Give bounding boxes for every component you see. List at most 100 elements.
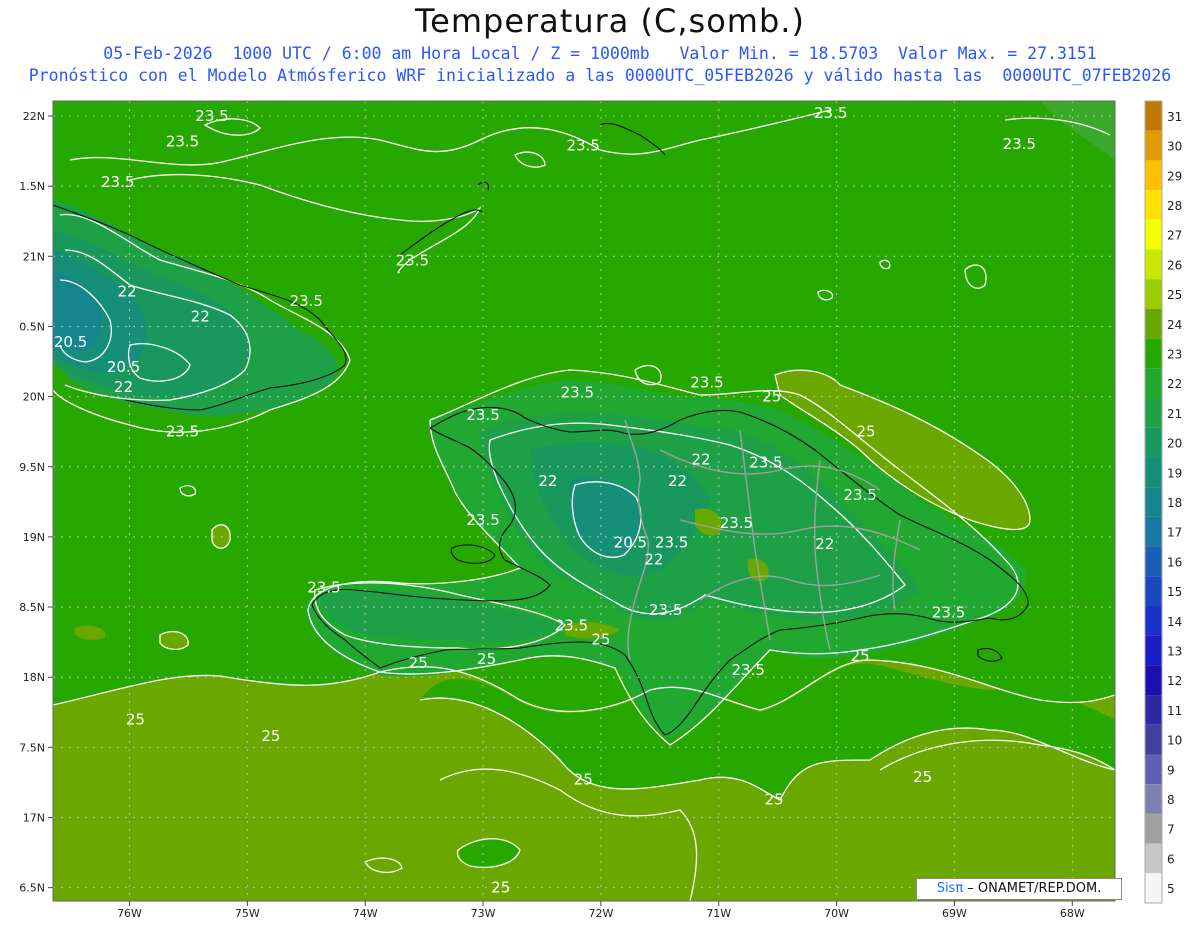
colorbar-label: 24 — [1167, 318, 1182, 332]
contour-label: 25 — [762, 388, 781, 406]
colorbar-swatch — [1145, 576, 1162, 606]
lat-tick-label: 22N — [23, 110, 45, 123]
colorbar-label: 26 — [1167, 258, 1182, 272]
colorbar-label: 10 — [1167, 734, 1182, 748]
colorbar-label: 30 — [1167, 140, 1182, 154]
lat-tick-label: 8.5N — [19, 601, 45, 614]
lat-tick-label: 19N — [23, 531, 45, 544]
navassa-west-point — [53, 208, 54, 210]
lon-tick-label: 72W — [588, 907, 613, 920]
colorbar-label: 20 — [1167, 437, 1182, 451]
contour-label: 25 — [491, 879, 510, 897]
colorbar-swatch — [1145, 219, 1162, 250]
colorbar-swatch — [1145, 160, 1162, 191]
contour-label: 23.5 — [307, 578, 340, 596]
contour-label: 22 — [114, 378, 133, 396]
contour-label: 22 — [668, 472, 687, 490]
contour-label: 23.5 — [555, 616, 588, 634]
colorbar-swatch — [1145, 724, 1162, 755]
colorbar-swatch — [1145, 605, 1162, 636]
colorbar-label: 29 — [1167, 169, 1182, 183]
contour-label: 23.5 — [396, 252, 429, 270]
lat-tick-label: 7.5N — [19, 741, 45, 754]
contour-label: 23.5 — [649, 601, 682, 619]
contour-label: 23.5 — [466, 406, 499, 424]
colorbar-label: 21 — [1167, 407, 1182, 421]
colorbar-swatch — [1145, 427, 1162, 458]
colorbar-swatch — [1145, 130, 1162, 161]
lat-tick-label: 21N — [23, 250, 45, 263]
lon-tick-label: 70W — [824, 907, 849, 920]
lat-tick-label: 17N — [23, 812, 45, 825]
colorbar-label: 23 — [1167, 347, 1182, 361]
credit-box: Sisπ – ONAMET/REP.DOM. — [916, 878, 1122, 900]
colorbar-swatch — [1145, 813, 1162, 844]
colorbar-swatch — [1145, 279, 1162, 309]
contour-label: 23.5 — [561, 383, 594, 401]
contour-label: 20.5 — [107, 358, 140, 376]
colorbar-swatch — [1145, 546, 1162, 577]
contour-label: 23.5 — [166, 423, 199, 441]
sispi-logo: Sisπ — [936, 881, 964, 896]
contour-label: 25 — [857, 423, 876, 441]
contour-label: 25 — [126, 710, 145, 728]
color-scale-bar: 31 30 29 28 27 26 25 24 23 22 21 20 19 18 17 16 15 14 13 12… — [1144, 100, 1182, 904]
colorbar-swatch — [1145, 457, 1162, 488]
colorbar-label: 8 — [1167, 793, 1175, 807]
contour-label: 25 — [261, 727, 280, 745]
colorbar-swatch — [1145, 873, 1162, 903]
colorbar-swatch — [1145, 249, 1162, 280]
contour-label: 25 — [851, 647, 870, 665]
lon-tick-label: 73W — [471, 907, 496, 920]
colorbar-label: 19 — [1167, 466, 1182, 480]
colorbar-label: 15 — [1167, 585, 1182, 599]
contour-label: 25 — [477, 650, 496, 668]
contour-label: 23.5 — [732, 661, 765, 679]
colorbar-label: 14 — [1167, 615, 1182, 629]
colorbar-swatch — [1145, 516, 1162, 547]
colorbar-swatch — [1145, 101, 1162, 131]
contour-label: 25 — [765, 790, 784, 808]
colorbar-label: 17 — [1167, 526, 1182, 540]
colorbar-label: 18 — [1167, 496, 1182, 510]
lon-tick-label: 69W — [942, 907, 967, 920]
lon-tick-label: 68W — [1060, 907, 1085, 920]
contour-label: 23.5 — [101, 173, 134, 191]
longitude-axis: 76W 75W 74W 73W 72W 71W 70W 69W 68W — [117, 901, 1085, 920]
forecast-map: 23.523.5 23.523.523.523.523.52223.52220.5… — [19, 100, 1182, 920]
contour-label: 22 — [191, 308, 210, 326]
colorbar-label: 12 — [1167, 674, 1182, 688]
colorbar-swatch — [1145, 487, 1162, 517]
colorbar-label: 22 — [1167, 377, 1182, 391]
contour-label: 23.5 — [166, 132, 199, 150]
lon-tick-label: 76W — [117, 907, 142, 920]
contour-label: 23.5 — [932, 604, 965, 622]
contour-label: 22 — [644, 550, 663, 568]
jamaica-east-tip — [53, 651, 54, 652]
contour-label: 20.5 — [54, 333, 87, 351]
credit-text: – ONAMET/REP.DOM. — [963, 881, 1102, 896]
colorbar-swatch — [1145, 695, 1162, 725]
contour-label: 22 — [692, 451, 711, 469]
colorbar-label: 25 — [1167, 288, 1182, 302]
lat-tick-label: 6.5N — [19, 882, 45, 895]
colorbar-label: 9 — [1167, 763, 1175, 777]
colorbar-swatch — [1145, 784, 1162, 814]
lat-tick-label: 9.5N — [19, 461, 45, 474]
contour-label: 20.5 — [614, 534, 647, 552]
colorbar-swatch — [1145, 843, 1162, 874]
colorbar-swatch — [1145, 368, 1162, 399]
colorbar-swatch — [1145, 338, 1162, 369]
lat-tick-label: 0.5N — [19, 320, 45, 333]
contour-label: 23.5 — [466, 511, 499, 529]
colorbar-swatch — [1145, 190, 1162, 220]
colorbar-label: 5 — [1167, 882, 1175, 896]
contour-label: 22 — [815, 535, 834, 553]
colorbar-swatch — [1145, 398, 1162, 428]
lon-tick-label: 71W — [706, 907, 731, 920]
contour-label: 25 — [913, 768, 932, 786]
colorbar-swatch — [1145, 665, 1162, 696]
contour-label: 23.5 — [655, 534, 688, 552]
contour-label: 22 — [538, 472, 557, 490]
contour-label: 23.5 — [567, 136, 600, 154]
